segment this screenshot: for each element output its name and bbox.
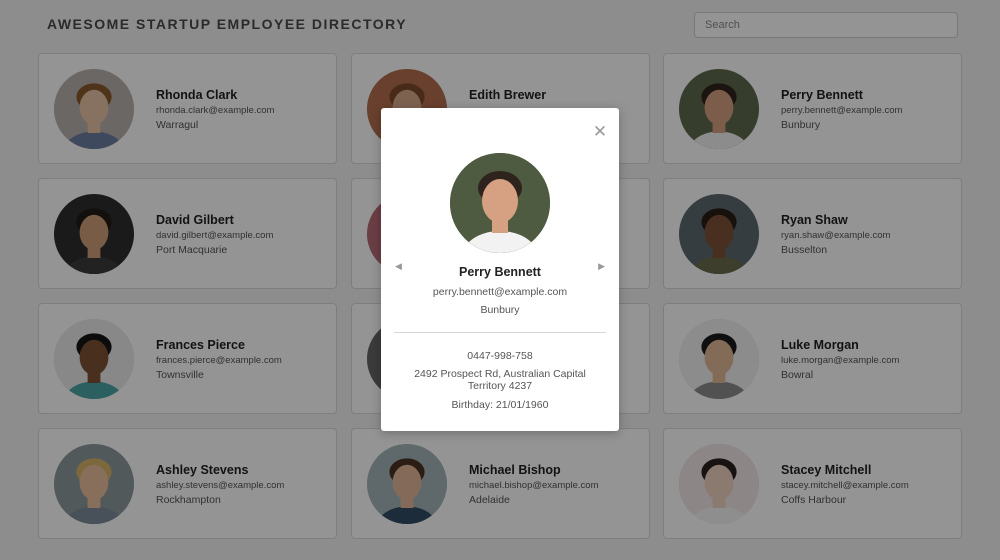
modal-address: 2492 Prospect Rd, Australian Capital Ter… [414, 368, 586, 392]
modal-phone: 0447-998-758 [467, 350, 533, 362]
modal-city: Bunbury [480, 304, 520, 316]
employee-directory-page: AWESOME STARTUP EMPLOYEE DIRECTORY Rhond… [0, 0, 1000, 560]
modal-name: Perry Bennett [459, 265, 541, 279]
modal-birthday: Birthday: 21/01/1960 [451, 399, 549, 411]
employee-modal: ✕ ◀ ▶ Perry Bennett perry.bennett@exampl… [381, 108, 619, 431]
modal-email: perry.bennett@example.com [432, 286, 568, 298]
modal-avatar [450, 153, 550, 253]
modal-divider [394, 332, 606, 333]
close-icon[interactable]: ✕ [592, 124, 608, 141]
